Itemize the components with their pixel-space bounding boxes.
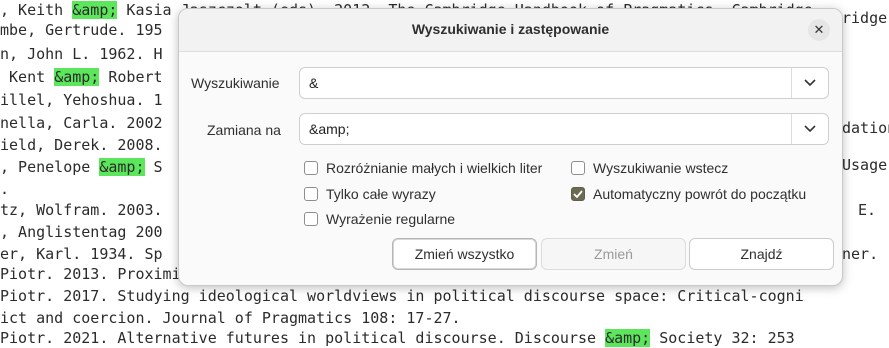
line-text: .	[0, 180, 10, 198]
search-dropdown-button[interactable]	[791, 68, 828, 98]
wrap-option[interactable]: Automatyczny powrót do początku	[571, 186, 806, 202]
wrap-checkbox[interactable]	[571, 187, 585, 201]
whole-words-checkbox[interactable]	[304, 187, 318, 201]
wrap-label: Automatyczny powrót do początku	[593, 186, 807, 202]
line-text: ict and coercion. Journal of Pragmatics …	[0, 309, 461, 327]
search-match-highlight: &amp;	[99, 158, 145, 176]
search-label: Wyszukiwanie	[191, 75, 280, 91]
editor-line: , Penelope &amp; S	[0, 157, 163, 177]
chevron-down-icon	[804, 79, 816, 87]
line-text: nella, Carla. 2002	[0, 114, 163, 132]
line-text: mbe, Gertrude. 195	[0, 21, 163, 39]
backwards-checkbox[interactable]	[571, 161, 585, 175]
bg-fragment: ridge,	[842, 9, 889, 27]
dialog-title: Wyszukiwanie i zastępowanie	[411, 21, 610, 37]
close-button[interactable]: ✕	[808, 19, 830, 41]
line-text: Society 32: 253	[650, 329, 795, 347]
replace-label: Zamiana na	[207, 122, 281, 138]
editor-line: Piotr. 2017. Studying ideological worldv…	[0, 286, 804, 306]
editor-line: .	[0, 179, 9, 199]
regex-checkbox[interactable]	[304, 212, 318, 226]
line-text: S	[144, 158, 163, 176]
replace-combo[interactable]: &amp;	[299, 113, 829, 145]
replace-button[interactable]: Zmień	[541, 238, 686, 270]
match-case-checkbox[interactable]	[304, 161, 318, 175]
editor-line: Kent &amp; Robert	[0, 67, 163, 87]
search-match-highlight: &amp;	[72, 1, 118, 19]
replace-input[interactable]: &amp;	[309, 121, 349, 137]
chevron-down-icon	[804, 125, 816, 133]
backwards-option[interactable]: Wyszukiwanie wstecz	[571, 160, 728, 176]
search-combo[interactable]: &	[299, 67, 829, 99]
line-text: illel, Yehoshua. 1	[0, 91, 163, 109]
line-text: , Anglistentag 200	[0, 223, 163, 241]
bg-fragment: E.	[858, 201, 886, 219]
bg-fragment: ner.	[842, 245, 879, 263]
line-text: Piotr. 2017. Studying ideological worldv…	[0, 287, 804, 305]
editor-line: nella, Carla. 2002	[0, 113, 163, 133]
line-text: er, Karl. 1934. Sp	[0, 245, 163, 263]
bg-fragment: Usage	[842, 156, 888, 174]
bg-fragment: dation	[842, 119, 889, 137]
line-text: Piotr. 2021. Alternative futures in poli…	[0, 329, 606, 347]
regex-option[interactable]: Wyrażenie regularne	[304, 211, 455, 227]
whole-words-label: Tylko całe wyrazy	[326, 186, 436, 202]
editor-line: tz, Wolfram. 2003.	[0, 200, 163, 220]
editor-line: Piotr. 2021. Alternative futures in poli…	[0, 328, 795, 348]
editor-line: ict and coercion. Journal of Pragmatics …	[0, 308, 461, 328]
search-input[interactable]: &	[309, 75, 318, 91]
match-case-option[interactable]: Rozróżnianie małych i wielkich liter	[304, 160, 542, 176]
line-text: n, John L. 1962. H	[0, 45, 163, 63]
find-replace-dialog: Wyszukiwanie i zastępowanie ✕ Wyszukiwan…	[178, 8, 843, 286]
match-case-label: Rozróżnianie małych i wielkich liter	[326, 160, 543, 176]
editor-line: ield, Derek. 2008.	[0, 135, 163, 155]
backwards-label: Wyszukiwanie wstecz	[593, 160, 729, 176]
editor-line: mbe, Gertrude. 195	[0, 20, 163, 40]
close-icon: ✕	[813, 22, 825, 38]
replace-dropdown-button[interactable]	[791, 114, 828, 144]
editor-line: er, Karl. 1934. Sp	[0, 244, 163, 264]
replace-all-button[interactable]: Zmień wszystko	[392, 238, 537, 270]
search-match-highlight: &amp;	[605, 329, 651, 347]
line-text: Robert	[99, 68, 163, 86]
regex-label: Wyrażenie regularne	[326, 211, 456, 227]
line-text: tz, Wolfram. 2003.	[0, 201, 163, 219]
line-text: Kent	[0, 68, 55, 86]
search-match-highlight: &amp;	[54, 68, 100, 86]
checkmark-icon	[573, 190, 583, 198]
editor-line: n, John L. 1962. H	[0, 44, 163, 64]
line-text: ield, Derek. 2008.	[0, 136, 163, 154]
whole-words-option[interactable]: Tylko całe wyrazy	[304, 186, 436, 202]
editor-line: , Anglistentag 200	[0, 222, 163, 242]
line-text: , Keith	[0, 1, 73, 19]
editor-line: illel, Yehoshua. 1	[0, 90, 163, 110]
dialog-titlebar: Wyszukiwanie i zastępowanie ✕	[179, 9, 842, 52]
line-text: , Penelope	[0, 158, 100, 176]
find-button[interactable]: Znajdź	[689, 238, 834, 270]
